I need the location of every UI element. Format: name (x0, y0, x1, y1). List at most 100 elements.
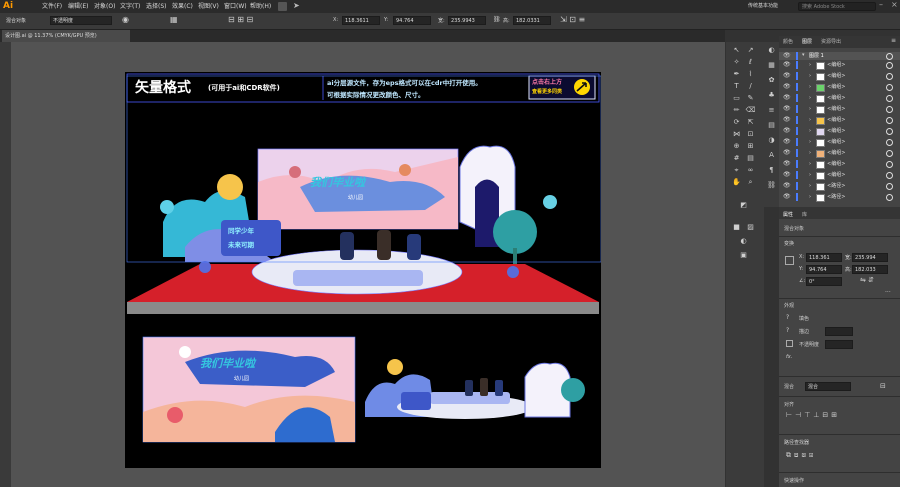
zoom-tool-icon[interactable]: ⌕ (745, 177, 756, 188)
layer-label[interactable]: <编组> (827, 94, 845, 102)
layer-row[interactable]: 👁 › <路径> (779, 193, 900, 202)
layer-label[interactable]: <编组> (827, 149, 845, 157)
layer-name[interactable]: 图层 1 (809, 52, 824, 60)
layer-label[interactable]: <编组> (827, 61, 845, 69)
expand-toggle-icon[interactable]: › (809, 72, 811, 80)
screen-mode-icon[interactable]: ▣ (738, 250, 749, 261)
expand-toggle-icon[interactable]: › (809, 116, 811, 124)
shape-builder-icon[interactable]: ⊕ (731, 141, 742, 152)
send-icon[interactable]: ➤ (293, 1, 300, 10)
expand-toggle-icon[interactable]: › (809, 61, 811, 69)
width-tool-icon[interactable]: ⋈ (731, 129, 742, 140)
tab-properties[interactable]: 属性 (783, 209, 793, 221)
color-panel-icon[interactable]: ◐ (766, 45, 777, 56)
expand-toggle-icon[interactable]: › (809, 171, 811, 179)
visibility-eye-icon[interactable]: 👁 (783, 171, 791, 179)
expand-toggle-icon[interactable]: › (809, 149, 811, 157)
more-options-icon[interactable]: ··· (885, 289, 891, 296)
layer-row[interactable]: 👁 › <编组> (779, 171, 900, 180)
target-icon[interactable] (886, 150, 893, 157)
target-icon[interactable] (886, 53, 893, 60)
swatches-icon[interactable]: ▦ (766, 60, 777, 71)
blend-tool-icon[interactable]: ∞ (745, 165, 756, 176)
layer-label[interactable]: <编组> (827, 160, 845, 168)
expand-toggle-icon[interactable]: › (809, 193, 811, 201)
color-mode-icon[interactable]: ■ (731, 222, 742, 233)
target-icon[interactable] (886, 106, 893, 113)
layer-row[interactable]: 👁 › <编组> (779, 149, 900, 158)
lasso-tool-icon[interactable]: ℓ (745, 57, 756, 68)
target-icon[interactable] (886, 95, 893, 102)
panel-menu-icon[interactable]: ≡ (891, 37, 896, 44)
rectangle-tool-icon[interactable]: ▭ (731, 93, 742, 104)
character-icon[interactable]: A (766, 150, 777, 161)
direct-selection-tool-icon[interactable]: ↗ (745, 45, 756, 56)
expand-toggle-icon[interactable]: › (809, 105, 811, 113)
menu-file[interactable]: 文件(F) (42, 0, 62, 13)
menu-window[interactable]: 窗口(W) (224, 0, 247, 13)
gradient-mode-icon[interactable]: ▨ (745, 222, 756, 233)
layer-row[interactable]: 👁 › <编组> (779, 94, 900, 103)
target-icon[interactable] (886, 84, 893, 91)
links-icon[interactable]: ⛓ (766, 180, 777, 191)
workspace-switcher-icon[interactable] (278, 2, 287, 11)
close-icon[interactable]: × (891, 0, 898, 9)
eyedropper-icon[interactable]: ⌖ (731, 165, 742, 176)
visibility-eye-icon[interactable]: 👁 (783, 105, 791, 113)
layer-row[interactable]: 👁 › <编组> (779, 138, 900, 147)
x-field[interactable]: 118.3611 (342, 16, 380, 25)
y-field[interactable]: 94.764 (393, 16, 431, 25)
free-transform-icon[interactable]: ⊡ (745, 129, 756, 140)
hand-tool-icon[interactable]: ✋ (731, 177, 742, 188)
expand-toggle-icon[interactable]: › (809, 83, 811, 91)
workspace-selector[interactable]: 传统基本功能 (748, 0, 778, 13)
align-buttons-icon[interactable]: ⊢⊣⊤⊥⊟⊞ (786, 411, 840, 419)
target-icon[interactable] (886, 161, 893, 168)
align-grid-icon[interactable]: ▦ (170, 15, 178, 24)
visibility-eye-icon[interactable]: 👁 (783, 52, 791, 59)
expand-toggle-icon[interactable]: › (809, 94, 811, 102)
menu-edit[interactable]: 编辑(E) (68, 0, 88, 13)
eraser-tool-icon[interactable]: ⌫ (745, 105, 756, 116)
fx-button[interactable]: fx. (786, 354, 792, 360)
magic-wand-icon[interactable]: ✧ (731, 57, 742, 68)
target-icon[interactable] (886, 73, 893, 80)
recolor-icon[interactable]: ◉ (122, 15, 129, 24)
visibility-eye-icon[interactable]: 👁 (783, 61, 791, 69)
visibility-eye-icon[interactable]: 👁 (783, 83, 791, 91)
layer-row[interactable]: 👁 › <编组> (779, 72, 900, 81)
layer-label[interactable]: <路径> (827, 193, 845, 201)
layer-row[interactable]: 👁 › <编组> (779, 116, 900, 125)
tab-asset-export[interactable]: 资源导出 (821, 36, 841, 48)
type-tool-icon[interactable]: T (731, 81, 742, 92)
brushes-icon[interactable]: ✿ (766, 75, 777, 86)
line-tool-icon[interactable]: / (745, 81, 756, 92)
target-icon[interactable] (886, 194, 893, 201)
blend-options-icon[interactable]: ⊟ (880, 382, 886, 390)
visibility-eye-icon[interactable]: 👁 (783, 94, 791, 102)
layer-label[interactable]: <编组> (827, 116, 845, 124)
visibility-eye-icon[interactable]: 👁 (783, 149, 791, 157)
props-opacity-field[interactable] (825, 340, 853, 349)
flip-icons[interactable]: ⇋ ⇵ (860, 276, 874, 284)
gradient-panel-icon[interactable]: ▤ (766, 120, 777, 131)
paragraph-icon[interactable]: ¶ (766, 165, 777, 176)
scale-tool-icon[interactable]: ⇱ (745, 117, 756, 128)
props-y-field[interactable]: 94.764 (806, 265, 842, 274)
visibility-eye-icon[interactable]: 👁 (783, 160, 791, 168)
expand-toggle-icon[interactable]: › (809, 160, 811, 168)
tab-layers[interactable]: 图层 (802, 36, 812, 48)
menu-select[interactable]: 选择(S) (146, 0, 167, 13)
align-icons[interactable]: ⊟ ⊞ ⊟ (228, 15, 253, 24)
transform-icons[interactable]: ⇲ ⊡ ≡ (560, 15, 585, 24)
expand-toggle-icon[interactable]: ▾ (802, 52, 805, 58)
transparency-icon[interactable]: ◑ (766, 135, 777, 146)
menu-object[interactable]: 对象(O) (94, 0, 115, 13)
paintbrush-tool-icon[interactable]: ✎ (745, 93, 756, 104)
expand-toggle-icon[interactable]: › (809, 127, 811, 135)
link-proportions-icon[interactable]: ⛓ (493, 16, 501, 23)
document-tab[interactable]: 设计图.ai @ 11.37% (CMYK/GPU 预览) (2, 30, 130, 42)
expand-toggle-icon[interactable]: › (809, 138, 811, 146)
opacity-field[interactable]: 不透明度 (50, 16, 112, 25)
width-field[interactable]: 235.9943 (448, 16, 486, 25)
